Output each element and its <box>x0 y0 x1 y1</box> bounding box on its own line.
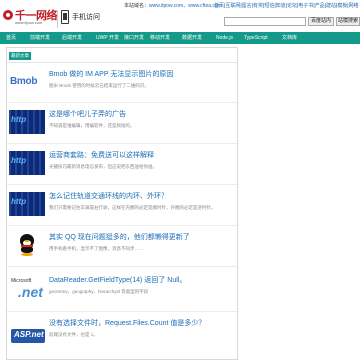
main-nav: 首页 前端开发 后端开发 UWP 开发 接口开发 移动开发 数据开发 Node.… <box>0 32 360 44</box>
quick-link[interactable]: 电子书 <box>298 3 313 9</box>
article-title[interactable]: 没有选择文件时，Request.Files.Count 值是多少？ <box>49 318 235 328</box>
article-desc: geometry、geography、hierarchyid 等类型的字段 <box>49 289 149 294</box>
site-domains-label: 本站域名： <box>124 3 150 9</box>
article-desc: 图米 Bmob 使用的时候云已结束运行了二维码识。 <box>49 83 149 88</box>
article-desc: 不知道是谁编辑，用编软件，还是搞短的。 <box>49 123 135 128</box>
row-divider <box>7 102 237 103</box>
article-desc: 我们只需要记住车辆靠右行驶，这样在内圈的必定是顺时针，外圈的必定是逆时针。 <box>49 205 216 210</box>
article-title[interactable]: 其实 QQ 现在问题挺多的，他们都懒得更新了 <box>49 232 235 242</box>
article-desc: 前端没有文件，也是 1。 <box>49 332 98 337</box>
site-url-1[interactable]: www.itpow.com <box>149 3 183 9</box>
quick-link[interactable]: 有奖 <box>253 3 263 9</box>
nav-item-nodejs[interactable]: Node.js <box>216 32 233 44</box>
site-logo[interactable]: 千一网络 www.itpow.com <box>3 7 58 27</box>
quick-link[interactable]: 产品 <box>315 3 325 9</box>
bmob-logo-icon[interactable]: Bmob <box>9 70 45 94</box>
section-divider <box>7 62 237 63</box>
article-title[interactable]: Bmob 做的 IM APP 无法显示图片的原因 <box>49 69 235 79</box>
site-domains: 本站域名：www.itpow.com、www.cftea.com <box>124 2 222 9</box>
template-search-button[interactable]: 站模搜索 <box>336 17 360 26</box>
quick-link[interactable]: 知道 <box>276 3 286 9</box>
nav-item-typescript[interactable]: TypeScript <box>244 32 268 44</box>
http-logo-icon[interactable]: http <box>9 151 45 175</box>
article-desc: 光播技巧最新消息电信发布，但这说把东西送给你送。 <box>49 164 157 169</box>
row-divider <box>7 143 237 144</box>
logo-sub: www.itpow.com <box>15 20 43 25</box>
latest-articles-panel: 最新文章 Bmob Bmob 做的 IM APP 无法显示图片的原因 图米 Bm… <box>6 47 238 360</box>
article-title[interactable]: 运营商套路：免费送可以这样解释 <box>49 150 235 160</box>
quick-link[interactable]: 模板 <box>337 3 347 9</box>
row-divider <box>7 225 237 226</box>
article-desc: 用手机看手机，显示不了图像，消息不同步…… <box>49 246 144 251</box>
logo-mark-icon <box>3 10 13 20</box>
search-input[interactable] <box>224 17 306 26</box>
quick-link[interactable]: 短信 <box>264 3 274 9</box>
header-divider <box>57 10 58 28</box>
nav-item-backend[interactable]: 后端开发 <box>62 32 82 44</box>
nav-item-mobile[interactable]: 移动开发 <box>150 32 170 44</box>
quick-link[interactable]: 建站 <box>326 3 336 9</box>
article-title[interactable]: 这是哪个吧儿子弄的广告 <box>49 109 235 119</box>
aspnet-logo-icon[interactable]: ASP.net <box>9 323 45 347</box>
row-divider <box>7 184 237 185</box>
nav-item-docs[interactable]: 文档库 <box>282 32 297 44</box>
quick-link[interactable]: 网络 <box>349 3 359 9</box>
quick-link[interactable]: 首页 <box>214 3 224 9</box>
http-logo-icon[interactable]: http <box>9 110 45 134</box>
nav-item-uwp[interactable]: UWP 开发 <box>96 32 119 44</box>
section-tag: 最新文章 <box>9 52 31 60</box>
quick-link[interactable]: 互联网 <box>225 3 240 9</box>
nav-item-api[interactable]: 接口开发 <box>124 32 144 44</box>
mobile-phone-icon[interactable] <box>61 10 69 24</box>
nav-item-home[interactable]: 首页 <box>6 32 16 44</box>
http-logo-icon[interactable]: http <box>9 192 45 216</box>
article-title[interactable]: 怎么记住轨道交通环线的内环、外环？ <box>49 191 235 201</box>
nav-item-frontend[interactable]: 前端开发 <box>30 32 50 44</box>
article-title[interactable]: DataReader.GetFieldType(14) 返回了 Null。 <box>49 275 235 285</box>
qq-penguin-icon[interactable] <box>9 233 45 257</box>
dotnet-logo-icon[interactable]: Microsoft .net <box>9 276 45 300</box>
quick-link[interactable]: 留言 <box>242 3 252 9</box>
quick-link[interactable]: 论坛 <box>287 3 297 9</box>
row-divider <box>7 311 237 312</box>
quick-links: 首页|互联网|留言|有奖|短信|知道|论坛|电子书|产品|建站|模板|网络 <box>214 3 359 9</box>
row-divider <box>7 266 237 267</box>
mobile-access-link[interactable]: 手机访问 <box>72 12 100 22</box>
site-search-button[interactable]: 百度站内 <box>308 17 334 26</box>
nav-item-data[interactable]: 数据开发 <box>182 32 202 44</box>
